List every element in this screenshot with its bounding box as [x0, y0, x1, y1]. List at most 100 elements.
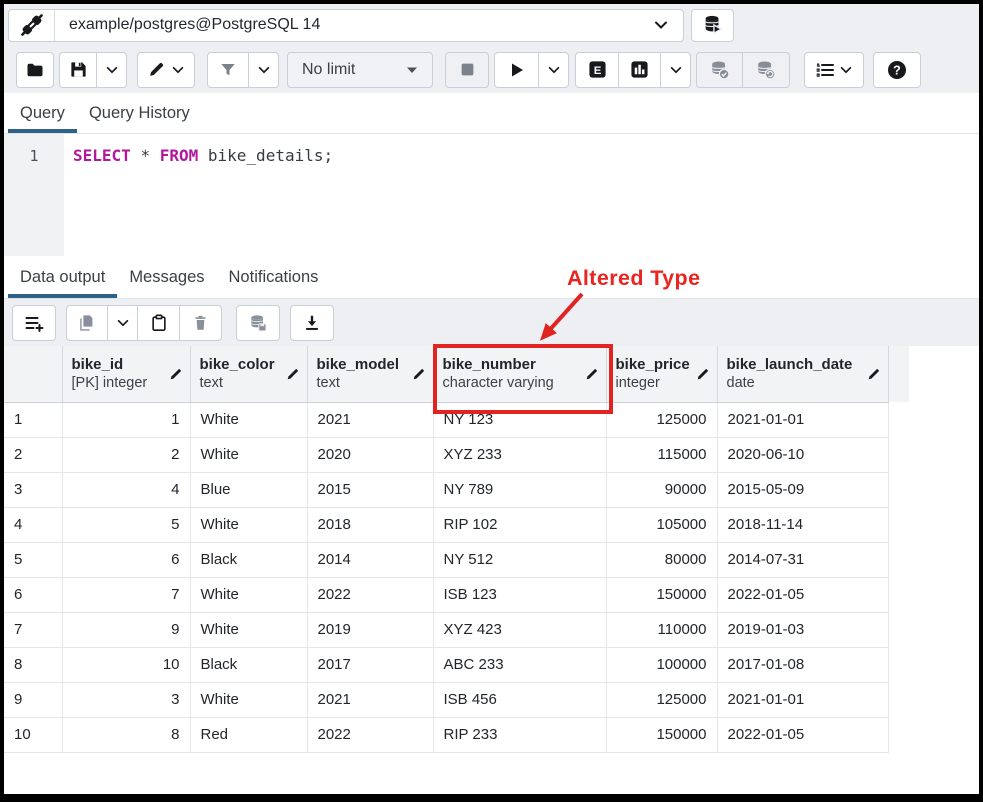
explain-menu-button[interactable] [661, 52, 691, 88]
edit-column-icon[interactable] [286, 367, 300, 381]
add-row-button[interactable] [12, 305, 56, 341]
data-cell[interactable]: 2021 [307, 402, 433, 437]
data-cell[interactable]: 6 [62, 542, 190, 577]
data-cell[interactable]: White [190, 507, 307, 542]
save-menu-button[interactable] [97, 52, 127, 88]
data-cell[interactable]: NY 789 [433, 472, 606, 507]
data-cell[interactable]: 115000 [606, 437, 717, 472]
data-cell[interactable]: 2019-01-03 [717, 612, 888, 647]
row-number-cell[interactable]: 6 [4, 577, 62, 612]
row-number-cell[interactable]: 2 [4, 437, 62, 472]
explain-analyze-button[interactable] [619, 52, 661, 88]
filter-menu-button[interactable] [249, 52, 279, 88]
data-cell[interactable]: 105000 [606, 507, 717, 542]
edit-column-icon[interactable] [696, 367, 710, 381]
column-header-bike-launch-date[interactable]: bike_launch_datedate [717, 346, 888, 402]
data-cell[interactable]: XYZ 233 [433, 437, 606, 472]
tab-messages[interactable]: Messages [117, 256, 216, 298]
new-connection-button[interactable] [691, 9, 734, 42]
explain-button[interactable]: E [575, 52, 619, 88]
data-cell[interactable]: 2021-01-01 [717, 402, 888, 437]
tab-query[interactable]: Query [8, 93, 77, 133]
data-cell[interactable]: 2022-01-05 [717, 717, 888, 752]
row-number-cell[interactable]: 9 [4, 682, 62, 717]
copy-button[interactable] [66, 305, 108, 341]
data-cell[interactable]: 2022-01-05 [717, 577, 888, 612]
save-results-button[interactable] [290, 305, 334, 341]
select-all-header[interactable] [4, 346, 62, 402]
sql-code-line[interactable]: SELECT * FROM bike_details; [64, 134, 979, 256]
data-cell[interactable]: White [190, 577, 307, 612]
data-cell[interactable]: 2021 [307, 682, 433, 717]
row-number-cell[interactable]: 7 [4, 612, 62, 647]
edit-column-icon[interactable] [412, 367, 426, 381]
data-cell[interactable]: 2017-01-08 [717, 647, 888, 682]
data-cell[interactable]: ABC 233 [433, 647, 606, 682]
column-header-bike-color[interactable]: bike_colortext [190, 346, 307, 402]
data-cell[interactable]: 2015-05-09 [717, 472, 888, 507]
data-cell[interactable]: 9 [62, 612, 190, 647]
data-cell[interactable]: 2015 [307, 472, 433, 507]
column-header-bike-model[interactable]: bike_modeltext [307, 346, 433, 402]
data-cell[interactable]: 110000 [606, 612, 717, 647]
data-cell[interactable]: 150000 [606, 717, 717, 752]
data-cell[interactable]: 2017 [307, 647, 433, 682]
tab-data-output[interactable]: Data output [8, 256, 117, 298]
data-cell[interactable]: 4 [62, 472, 190, 507]
data-cell[interactable]: 5 [62, 507, 190, 542]
open-file-button[interactable] [16, 52, 54, 88]
data-cell[interactable]: White [190, 612, 307, 647]
data-cell[interactable]: White [190, 682, 307, 717]
data-cell[interactable]: NY 512 [433, 542, 606, 577]
delete-row-button[interactable] [180, 305, 222, 341]
data-cell[interactable]: 150000 [606, 577, 717, 612]
data-cell[interactable]: RIP 102 [433, 507, 606, 542]
execute-menu-button[interactable] [539, 52, 569, 88]
data-cell[interactable]: ISB 123 [433, 577, 606, 612]
data-cell[interactable]: XYZ 423 [433, 612, 606, 647]
edit-menu-button[interactable] [137, 52, 195, 88]
data-cell[interactable]: 2018 [307, 507, 433, 542]
copy-menu-button[interactable] [108, 305, 138, 341]
save-button[interactable] [59, 52, 97, 88]
data-cell[interactable]: White [190, 402, 307, 437]
data-cell[interactable]: 8 [62, 717, 190, 752]
row-number-cell[interactable]: 8 [4, 647, 62, 682]
data-cell[interactable]: 2021-01-01 [717, 682, 888, 717]
data-cell[interactable]: 2020-06-10 [717, 437, 888, 472]
stop-button[interactable] [445, 52, 489, 88]
data-cell[interactable]: RIP 233 [433, 717, 606, 752]
save-data-changes-button[interactable] [236, 305, 280, 341]
execute-button[interactable] [494, 52, 539, 88]
data-cell[interactable]: 3 [62, 682, 190, 717]
edit-column-icon[interactable] [169, 367, 183, 381]
data-cell[interactable]: 2014-07-31 [717, 542, 888, 577]
data-cell[interactable]: 2022 [307, 577, 433, 612]
tab-query-history[interactable]: Query History [77, 93, 202, 133]
paste-button[interactable] [138, 305, 180, 341]
macros-button[interactable] [804, 52, 864, 88]
connection-select[interactable]: example/postgres@PostgreSQL 14 [8, 9, 684, 42]
edit-column-icon[interactable] [867, 367, 881, 381]
data-cell[interactable]: 2018-11-14 [717, 507, 888, 542]
data-cell[interactable]: 7 [62, 577, 190, 612]
data-cell[interactable]: Black [190, 542, 307, 577]
row-number-cell[interactable]: 5 [4, 542, 62, 577]
row-limit-select[interactable]: No limit [287, 52, 433, 88]
row-number-cell[interactable]: 10 [4, 717, 62, 752]
commit-button[interactable] [696, 52, 743, 88]
data-cell[interactable]: 2022 [307, 717, 433, 752]
data-cell[interactable]: 2 [62, 437, 190, 472]
data-cell[interactable]: ISB 456 [433, 682, 606, 717]
data-cell[interactable]: 90000 [606, 472, 717, 507]
data-cell[interactable]: 125000 [606, 682, 717, 717]
column-header-bike-id[interactable]: bike_id[PK] integer [62, 346, 190, 402]
data-cell[interactable]: 2020 [307, 437, 433, 472]
tab-notifications[interactable]: Notifications [217, 256, 331, 298]
data-cell[interactable]: 2014 [307, 542, 433, 577]
data-cell[interactable]: 125000 [606, 402, 717, 437]
data-cell[interactable]: 100000 [606, 647, 717, 682]
help-button[interactable]: ? [873, 52, 921, 88]
row-number-cell[interactable]: 3 [4, 472, 62, 507]
column-header-bike-price[interactable]: bike_priceinteger [606, 346, 717, 402]
